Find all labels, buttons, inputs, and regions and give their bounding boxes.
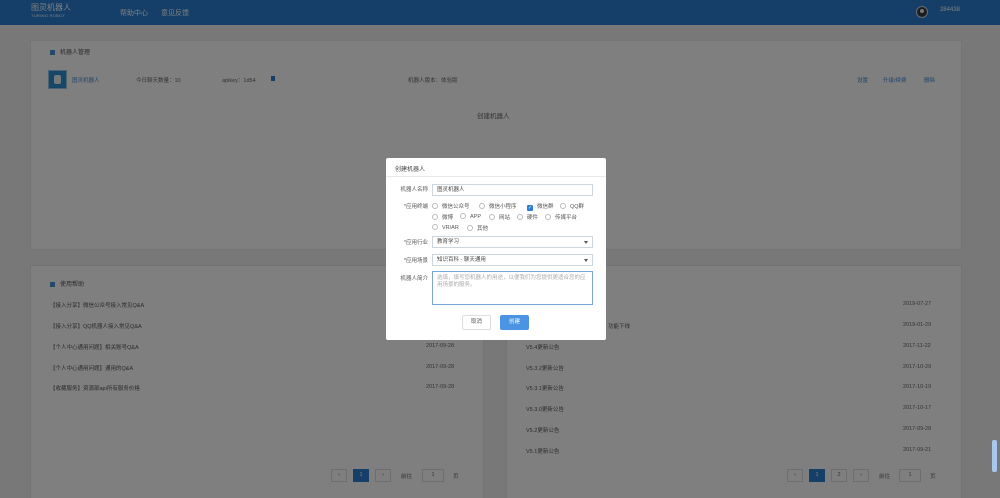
channel-option-qq-group[interactable]: QQ群: [560, 202, 584, 210]
option-label: 传媒平台: [555, 215, 578, 221]
channel-option-vr-ar[interactable]: VR/AR: [432, 224, 459, 231]
scene-label: *应用场景: [403, 258, 428, 264]
option-label: 网站: [499, 215, 511, 221]
checkbox-icon: [467, 225, 473, 231]
create-robot-dialog: 创建机器人 机器人名称 图灵机器人 *应用终端 微信公众号 微信小程序 ✓ 微信群…: [386, 158, 606, 340]
option-label: 微信公众号: [442, 204, 470, 210]
option-label: APP: [470, 214, 482, 220]
industry-select[interactable]: 教育学习: [432, 236, 593, 248]
checkbox-checked-icon: ✓: [527, 205, 533, 211]
intro-label: 机器人简介: [400, 276, 428, 282]
scene-select[interactable]: 知识百科 - 聊天通用: [432, 254, 593, 266]
create-button[interactable]: 创建: [500, 315, 529, 330]
channel-option-website[interactable]: 网站: [489, 213, 510, 221]
checkbox-icon: [560, 203, 566, 209]
checkbox-icon: [432, 214, 438, 220]
channel-option-media[interactable]: 传媒平台: [545, 213, 577, 221]
checkbox-icon: [517, 214, 523, 220]
option-label: 微博: [442, 215, 454, 221]
robot-intro-textarea[interactable]: 选填，填写您机器人的用途，以便我们为您提供更适合您的应用场景的服务。: [432, 271, 593, 305]
name-label: 机器人名称: [400, 187, 428, 193]
scene-value: 知识百科 - 聊天通用: [437, 257, 486, 263]
cancel-button[interactable]: 取消: [462, 315, 491, 330]
channel-option-wechat-mini[interactable]: 微信小程序: [479, 202, 517, 210]
channel-label: *应用终端: [403, 204, 428, 210]
checkbox-icon: [489, 214, 495, 220]
option-label: 其他: [477, 226, 489, 232]
option-label: 微信小程序: [489, 204, 517, 210]
industry-value: 教育学习: [437, 239, 460, 245]
channel-option-other[interactable]: 其他: [467, 224, 488, 232]
channel-option-wechat-group[interactable]: ✓ 微信群: [527, 202, 554, 211]
option-label: VR/AR: [442, 225, 459, 231]
checkbox-icon: [432, 203, 438, 209]
option-label: QQ群: [570, 204, 585, 210]
channel-option-wechat-official[interactable]: 微信公众号: [432, 202, 470, 210]
checkbox-icon: [479, 203, 485, 209]
channel-option-weibo[interactable]: 微博: [432, 213, 453, 221]
robot-name-input[interactable]: 图灵机器人: [432, 184, 593, 196]
checkbox-icon: [460, 213, 466, 219]
checkbox-icon: [432, 224, 438, 230]
channel-option-app[interactable]: APP: [460, 213, 481, 220]
checkbox-icon: [545, 214, 551, 220]
option-label: 硬件: [527, 215, 539, 221]
industry-label: *应用行业: [403, 240, 428, 246]
scrollbar-thumb[interactable]: [992, 440, 997, 472]
channel-option-hardware[interactable]: 硬件: [517, 213, 538, 221]
dialog-title: 创建机器人: [395, 167, 426, 173]
option-label: 微信群: [537, 204, 554, 210]
dialog-divider: [386, 176, 606, 177]
